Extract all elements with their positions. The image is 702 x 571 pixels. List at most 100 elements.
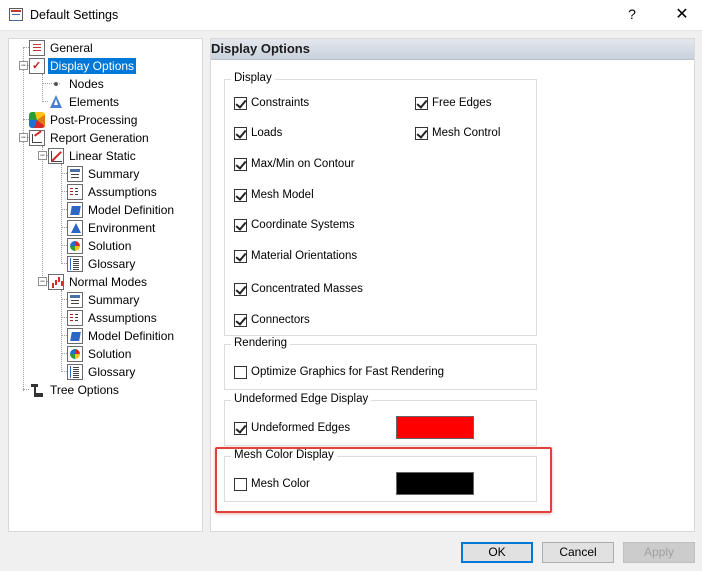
checkbox-box[interactable] (234, 188, 247, 202)
tree-item-display-options[interactable]: Display Options (29, 57, 137, 74)
collapse-linear-static[interactable]: − (38, 151, 47, 160)
group-title: Rendering (231, 337, 291, 349)
environment-icon (67, 219, 83, 236)
checkbox-label: Mesh Control (432, 127, 501, 139)
checkbox-coordinate-systems[interactable]: Coordinate Systems (234, 218, 355, 232)
collapse-normal-modes[interactable]: − (38, 277, 47, 286)
ok-button[interactable]: OK (461, 542, 533, 563)
group-title: Undeformed Edge Display (231, 393, 372, 405)
tree-item-nm-solution[interactable]: Solution (67, 345, 133, 362)
collapse-report-generation[interactable]: − (19, 133, 28, 142)
tree-item-ls-glossary[interactable]: Glossary (67, 255, 137, 272)
tree-connector (42, 146, 43, 282)
tree-item-label: Linear Static (69, 148, 136, 163)
tree-item-ls-model-definition[interactable]: Model Definition (67, 201, 176, 218)
tree-item-linear-static[interactable]: Linear Static (48, 147, 138, 164)
tree-item-label: Nodes (69, 76, 104, 91)
checkbox-label: Constraints (251, 97, 310, 109)
collapse-display-options[interactable]: − (19, 61, 28, 70)
tree-item-post-processing[interactable]: Post-Processing (29, 111, 139, 128)
general-settings-icon (29, 39, 45, 56)
display-group: Display Constraints Loads Max/Min on Con… (224, 72, 537, 336)
linear-graph-icon (48, 147, 64, 164)
tree-item-ls-solution[interactable]: Solution (67, 237, 133, 254)
tree-item-label: Tree Options (50, 382, 119, 397)
assumptions-list-icon (67, 183, 83, 200)
checkbox-concentrated-masses[interactable]: Concentrated Masses (234, 282, 363, 296)
model-definition-icon (67, 201, 83, 218)
tree-connector (61, 290, 62, 372)
checkbox-optimize-graphics[interactable]: Optimize Graphics for Fast Rendering (234, 365, 444, 379)
checkbox-mesh-model[interactable]: Mesh Model (234, 188, 314, 202)
tree-item-label: Glossary (88, 256, 136, 271)
cancel-button[interactable]: Cancel (542, 542, 614, 563)
checkbox-material-orientations[interactable]: Material Orientations (234, 249, 357, 263)
tree-item-tree-options[interactable]: Tree Options (29, 381, 121, 398)
checkbox-box[interactable] (234, 126, 247, 140)
tree-item-ls-environment[interactable]: Environment (67, 219, 157, 236)
checkbox-box[interactable] (234, 282, 247, 296)
rendering-group: Rendering Optimize Graphics for Fast Ren… (224, 337, 537, 390)
tree-item-normal-modes[interactable]: Normal Modes (48, 273, 149, 290)
tree-item-label: Summary (88, 292, 140, 307)
checkbox-box[interactable] (234, 218, 247, 232)
settings-tree: − − − − General Display Options Nodes El… (8, 38, 203, 532)
checkbox-box[interactable] (234, 157, 247, 171)
close-button[interactable]: ✕ (672, 4, 692, 24)
checkbox-mesh-control[interactable]: Mesh Control (415, 126, 500, 140)
tree-item-label: Assumptions (88, 310, 157, 325)
tree-item-ls-summary[interactable]: Summary (67, 165, 141, 182)
apply-button[interactable]: Apply (623, 542, 695, 563)
assumptions-list-icon (67, 309, 83, 326)
checkbox-loads[interactable]: Loads (234, 126, 282, 140)
tree-item-label: Environment (88, 220, 156, 235)
tree-item-label: Display Options (48, 57, 137, 74)
checkbox-box[interactable] (234, 421, 247, 435)
report-chart-icon (29, 129, 45, 146)
checkbox-box[interactable] (234, 249, 247, 263)
tree-item-label: Solution (88, 238, 132, 253)
checkbox-label: Loads (251, 127, 283, 139)
checkbox-label: Max/Min on Contour (251, 158, 355, 170)
tree-item-label: Report Generation (50, 130, 149, 145)
glossary-icon (67, 363, 83, 380)
summary-icon (67, 165, 83, 182)
checkbox-max-min-contour[interactable]: Max/Min on Contour (234, 157, 355, 171)
tree-item-general[interactable]: General (29, 39, 95, 56)
tree-item-report-generation[interactable]: Report Generation (29, 129, 151, 146)
checkbox-label: Free Edges (432, 97, 492, 109)
undeformed-edge-color-swatch[interactable] (396, 416, 474, 439)
display-options-icon (29, 57, 45, 74)
tree-item-nm-summary[interactable]: Summary (67, 291, 141, 308)
checkbox-label: Material Orientations (251, 250, 358, 262)
checkbox-label: Mesh Model (251, 189, 314, 201)
tree-item-label: General (50, 40, 93, 55)
tree-item-elements[interactable]: Elements (48, 93, 121, 110)
checkbox-constraints[interactable]: Constraints (234, 96, 309, 110)
tree-item-nodes[interactable]: Nodes (48, 75, 106, 92)
checkbox-box[interactable] (234, 96, 247, 110)
checkbox-connectors[interactable]: Connectors (234, 313, 310, 327)
tree-item-ls-assumptions[interactable]: Assumptions (67, 183, 159, 200)
checkbox-undeformed-edges[interactable]: Undeformed Edges (234, 421, 350, 435)
tree-item-nm-assumptions[interactable]: Assumptions (67, 309, 159, 326)
bar-chart-icon (48, 273, 64, 290)
tree-item-label: Model Definition (88, 202, 175, 217)
checkbox-box[interactable] (234, 313, 247, 327)
tree-item-nm-glossary[interactable]: Glossary (67, 363, 137, 380)
summary-icon (67, 291, 83, 308)
app-settings-icon (9, 8, 23, 21)
tree-connector (23, 47, 24, 391)
checkbox-box[interactable] (234, 365, 247, 379)
checkbox-box[interactable] (415, 126, 428, 140)
checkbox-label: Optimize Graphics for Fast Rendering (251, 366, 445, 378)
checkbox-box[interactable] (415, 96, 428, 110)
triangle-element-icon (48, 94, 64, 110)
tree-item-nm-model-definition[interactable]: Model Definition (67, 327, 176, 344)
solution-icon (67, 237, 83, 254)
help-button[interactable]: ? (622, 6, 642, 22)
checkbox-free-edges[interactable]: Free Edges (415, 96, 491, 110)
solution-icon (67, 345, 83, 362)
undeformed-edge-group: Undeformed Edge Display Undeformed Edges (224, 393, 537, 446)
checkbox-label: Connectors (251, 314, 310, 326)
